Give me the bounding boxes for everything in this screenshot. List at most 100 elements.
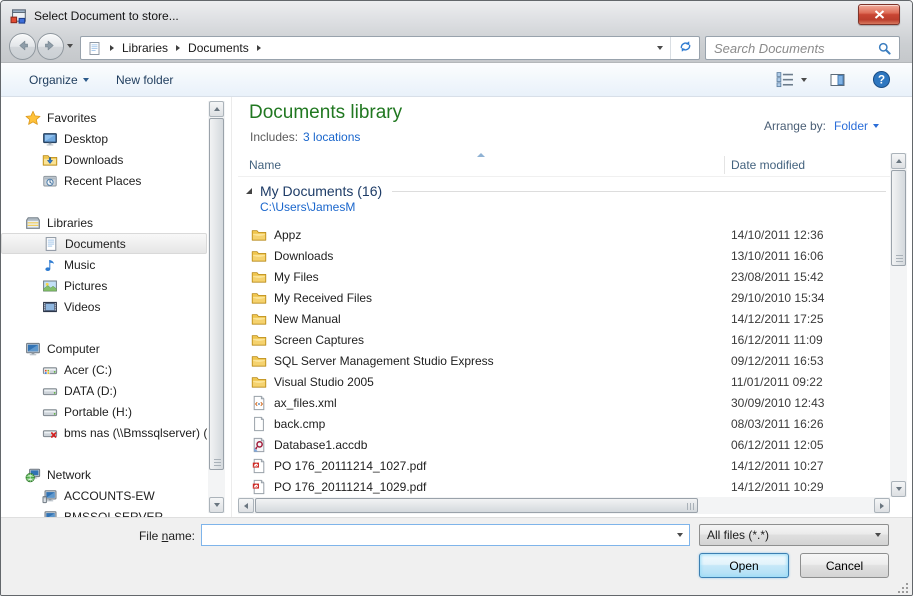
sidebar-scrollbar[interactable] xyxy=(208,101,225,513)
file-row[interactable]: New Manual14/12/2011 17:25 xyxy=(238,308,890,329)
sidebar-item-portable-h[interactable]: Portable (H:) xyxy=(1,401,207,422)
column-date-modified[interactable]: Date modified xyxy=(731,158,805,172)
breadcrumb-item-libraries[interactable]: Libraries xyxy=(122,41,168,55)
refresh-button[interactable] xyxy=(670,37,699,59)
sidebar-section-favorites[interactable]: Favorites xyxy=(1,107,207,128)
column-separator[interactable] xyxy=(724,156,725,174)
file-row[interactable]: PO 176_20111214_1027.pdf14/12/2011 10:27 xyxy=(238,455,890,476)
sidebar-item-desktop[interactable]: Desktop xyxy=(1,128,207,149)
sidebar-item-data-d[interactable]: DATA (D:) xyxy=(1,380,207,401)
file-row[interactable]: Visual Studio 200511/01/2011 09:22 xyxy=(238,371,890,392)
breadcrumb-separator-icon[interactable] xyxy=(249,45,269,51)
file-row[interactable]: My Files23/08/2011 15:42 xyxy=(238,266,890,287)
file-row[interactable]: Appz14/10/2011 12:36 xyxy=(238,224,890,245)
arrange-by-label: Arrange by: xyxy=(764,119,826,133)
file-name: My Files xyxy=(274,270,319,284)
sidebar-item-music[interactable]: Music xyxy=(1,254,207,275)
sidebar-item-videos[interactable]: Videos xyxy=(1,296,207,317)
file-row[interactable]: Database1.accdb06/12/2011 12:05 xyxy=(238,434,890,455)
sidebar-section-network[interactable]: Network xyxy=(1,464,207,485)
file-name: Screen Captures xyxy=(274,333,364,347)
file-row[interactable]: My Received Files29/10/2010 15:34 xyxy=(238,287,890,308)
scroll-right-button[interactable] xyxy=(874,498,890,513)
sidebar-item-bmssqlserver[interactable]: BMSSQLSERVER xyxy=(1,506,207,517)
file-name: Appz xyxy=(274,228,301,242)
forward-arrow-icon xyxy=(40,35,61,59)
file-name-input[interactable] xyxy=(202,528,671,542)
chevron-down-icon[interactable] xyxy=(873,124,879,128)
scrollbar-thumb[interactable] xyxy=(209,118,224,470)
network-icon xyxy=(25,467,41,483)
list-horizontal-scrollbar[interactable] xyxy=(238,497,890,514)
combo-dropdown-button[interactable] xyxy=(671,533,689,537)
list-vertical-scrollbar[interactable] xyxy=(890,153,907,497)
file-type-select[interactable]: All files (*.*) xyxy=(699,524,889,546)
history-dropdown-icon[interactable] xyxy=(67,44,73,48)
file-row[interactable]: Downloads13/10/2011 16:06 xyxy=(238,245,890,266)
file-row[interactable]: back.cmp08/03/2011 16:26 xyxy=(238,413,890,434)
sidebar-group-computer: ComputerAcer (C:)DATA (D:)Portable (H:)b… xyxy=(1,338,207,443)
sidebar-item-downloads[interactable]: Downloads xyxy=(1,149,207,170)
scroll-down-button[interactable] xyxy=(891,481,906,497)
sidebar-item-recent-places[interactable]: Recent Places xyxy=(1,170,207,191)
scrollbar-thumb[interactable] xyxy=(255,498,698,513)
refresh-icon xyxy=(678,39,693,57)
resize-grip[interactable] xyxy=(897,582,910,595)
breadcrumb-separator-icon[interactable] xyxy=(168,45,188,51)
breadcrumb: Libraries Documents xyxy=(102,41,269,55)
back-button[interactable] xyxy=(9,33,36,60)
group-collapse-icon[interactable] xyxy=(245,187,253,195)
arrow-right-icon xyxy=(880,503,884,509)
scroll-left-button[interactable] xyxy=(238,498,254,513)
views-dropdown-icon[interactable] xyxy=(801,78,807,82)
search-icon[interactable] xyxy=(877,41,892,56)
sidebar-item-acer-c[interactable]: Acer (C:) xyxy=(1,359,207,380)
sidebar-item-label: Documents xyxy=(65,237,126,251)
file-name: back.cmp xyxy=(274,417,325,431)
sidebar-item-bms-nas-bmssqlserver-m[interactable]: bms nas (\\Bmssqlserver) (M xyxy=(1,422,207,443)
libraries-icon xyxy=(25,215,41,231)
help-icon[interactable]: ? xyxy=(872,70,891,89)
file-name-label-post: ame: xyxy=(168,529,195,543)
pdf-icon xyxy=(251,458,267,474)
close-button[interactable] xyxy=(858,4,900,25)
cancel-button[interactable]: Cancel xyxy=(800,553,889,578)
new-folder-button[interactable]: New folder xyxy=(116,63,173,96)
column-name[interactable]: Name xyxy=(249,158,281,172)
group-path-link[interactable]: C:\Users\JamesM xyxy=(238,199,890,217)
sidebar-group-libraries: Libraries Documents Music PicturesVideos xyxy=(1,212,207,317)
sidebar-section-label: Favorites xyxy=(47,111,96,125)
sidebar-section-libraries[interactable]: Libraries xyxy=(1,212,207,233)
breadcrumb-separator-icon[interactable] xyxy=(102,45,122,51)
combo-dropdown-button[interactable] xyxy=(868,533,888,537)
scroll-down-button[interactable] xyxy=(209,497,224,513)
file-row[interactable]: Screen Captures16/12/2011 11:09 xyxy=(238,329,890,350)
sidebar-item-pictures[interactable]: Pictures xyxy=(1,275,207,296)
scrollbar-thumb[interactable] xyxy=(891,170,906,266)
sidebar-item-documents[interactable]: Documents xyxy=(1,233,207,254)
group-header[interactable]: My Documents (16) xyxy=(238,177,890,199)
preview-pane-icon[interactable] xyxy=(829,72,846,88)
scroll-up-button[interactable] xyxy=(891,153,906,169)
pc-icon xyxy=(42,509,58,518)
sidebar-section-label: Libraries xyxy=(47,216,93,230)
open-button[interactable]: Open xyxy=(699,553,789,578)
file-row[interactable]: SQL Server Management Studio Express09/1… xyxy=(238,350,890,371)
search-input[interactable] xyxy=(706,41,877,56)
address-bar[interactable]: Libraries Documents xyxy=(80,36,700,60)
forward-button[interactable] xyxy=(37,33,64,60)
organize-button[interactable]: Organize xyxy=(29,63,89,96)
sidebar-item-label: Music xyxy=(64,258,95,272)
views-icon[interactable] xyxy=(775,71,795,88)
sidebar-section-computer[interactable]: Computer xyxy=(1,338,207,359)
breadcrumb-item-documents[interactable]: Documents xyxy=(188,41,249,55)
arrange-by-value[interactable]: Folder xyxy=(834,119,868,133)
scroll-up-button[interactable] xyxy=(209,101,224,117)
locations-link[interactable]: 3 locations xyxy=(303,130,360,144)
file-name: ax_files.xml xyxy=(274,396,337,410)
address-dropdown-button[interactable] xyxy=(650,46,670,50)
file-row[interactable]: ax_files.xml30/09/2010 12:43 xyxy=(238,392,890,413)
sidebar-item-accounts-ew[interactable]: ACCOUNTS-EW xyxy=(1,485,207,506)
file-name: PO 176_20111214_1027.pdf xyxy=(274,459,426,473)
file-row[interactable]: PO 176_20111214_1029.pdf14/12/2011 10:29 xyxy=(238,476,890,497)
